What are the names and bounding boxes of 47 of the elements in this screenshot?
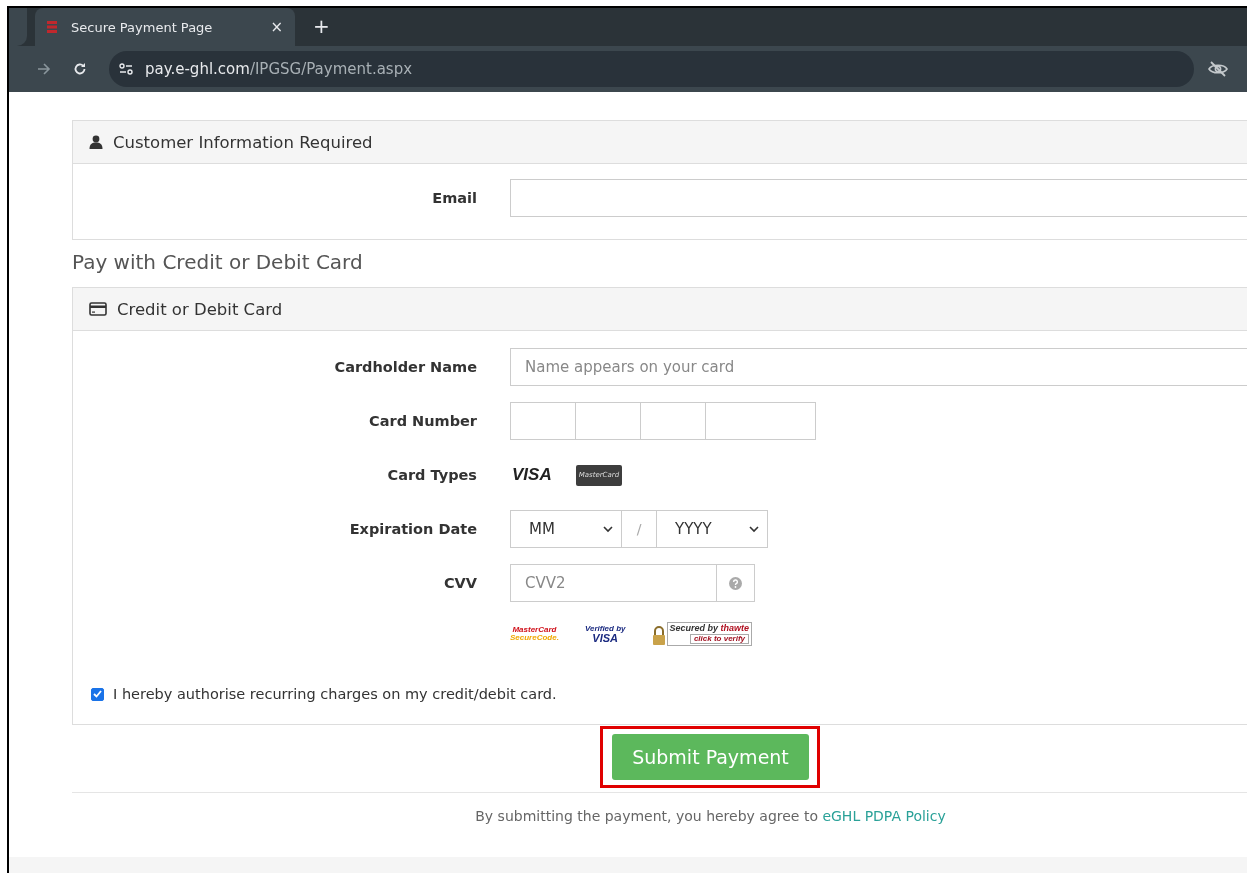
footer-text: By submitting the payment, you hereby agree to eGHL PDPA Policy [475,808,946,824]
visa-logo: VISA [512,465,552,485]
panel-title: Credit or Debit Card [117,299,283,319]
year-select[interactable]: YYYY [656,510,768,548]
reload-icon[interactable] [73,62,87,76]
card-number-field[interactable] [640,402,706,440]
tab-close-button[interactable]: × [270,18,283,36]
help-button[interactable] [717,564,755,602]
favicon-icon [47,21,57,33]
month-select[interactable]: MM [510,510,622,548]
eye-slash-icon[interactable] [1208,61,1228,77]
seal-label: Secured by thawte [669,623,750,634]
forward-icon[interactable] [37,63,51,75]
consent-checkbox[interactable] [91,687,104,701]
chevron-icon [749,525,759,533]
field-label: Card Number [368,413,478,429]
help-icon [729,576,742,590]
panel-title: Customer Information Required [113,132,373,152]
browser-tab[interactable]: Secure Payment Page × [35,8,295,46]
user-icon [89,135,103,149]
address-bar[interactable]: pay.e-ghl.com/IPGSG/Payment.aspx [109,51,1194,87]
section-title: Pay with Credit or Debit Card [72,250,364,274]
url-text: pay.e-ghl.com/IPGSG/Payment.aspx [145,60,413,78]
new-tab-button[interactable]: + [313,14,330,38]
field-label: CVV [442,575,478,591]
date-separator: / [622,510,656,548]
email-field[interactable] [510,179,1247,217]
card-number-field[interactable] [510,402,576,440]
field-label: Expiration Date [348,521,478,537]
card-number-field[interactable] [705,402,816,440]
site-settings-icon[interactable] [119,63,133,75]
chevron-icon [603,525,613,533]
cardholder-name-field[interactable]: Name appears on your card [510,348,1247,386]
card-number-field[interactable] [575,402,641,440]
field-label: Email [431,190,478,206]
tab-title: Secure Payment Page [71,19,214,35]
verified-label: VISA [592,632,619,644]
securecode-label: SecureCode. [510,634,559,642]
credit-card-icon [89,302,107,316]
padlock-icon [651,626,666,647]
securecode-label: MasterCard [512,626,557,634]
cvv-field[interactable]: CVV2 [510,564,717,602]
field-label: Card Types [386,467,478,483]
verified-label: Verified by [584,624,626,633]
field-label: Cardholder Name [333,359,478,375]
consent-label: I hereby authorise recurring charges on my credit/debit card. [113,686,557,702]
verify-link[interactable]: click to verify [689,633,750,645]
